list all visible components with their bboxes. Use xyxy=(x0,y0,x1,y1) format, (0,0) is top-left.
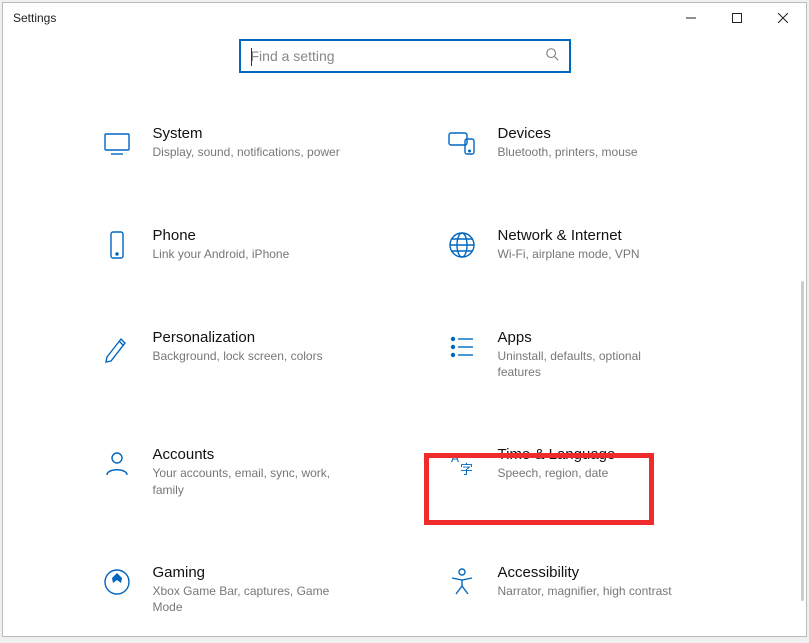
tile-desc: Link your Android, iPhone xyxy=(153,246,290,262)
tile-title: Personalization xyxy=(153,329,323,346)
tile-text: Personalization Background, lock screen,… xyxy=(153,329,323,364)
tile-title: System xyxy=(153,125,340,142)
gaming-icon xyxy=(99,564,135,600)
tile-personalization[interactable]: Personalization Background, lock screen,… xyxy=(95,325,410,384)
tile-gaming[interactable]: Gaming Xbox Game Bar, captures, Game Mod… xyxy=(95,560,410,619)
tile-desc: Uninstall, defaults, optional features xyxy=(498,348,688,380)
text-caret xyxy=(251,48,252,66)
search-box[interactable] xyxy=(239,39,571,73)
tile-devices[interactable]: Devices Bluetooth, printers, mouse xyxy=(440,121,755,165)
tile-desc: Your accounts, email, sync, work, family xyxy=(153,465,343,497)
tile-accounts[interactable]: Accounts Your accounts, email, sync, wor… xyxy=(95,442,410,501)
tile-desc: Narrator, magnifier, high contrast xyxy=(498,583,672,599)
tile-network[interactable]: Network & Internet Wi-Fi, airplane mode,… xyxy=(440,223,755,267)
time-language-icon: A字 xyxy=(444,446,480,482)
close-button[interactable] xyxy=(760,3,806,33)
search-row xyxy=(3,33,806,91)
svg-text:A: A xyxy=(451,451,459,465)
apps-icon xyxy=(444,329,480,365)
system-icon xyxy=(99,125,135,161)
minimize-icon xyxy=(686,13,696,23)
network-icon xyxy=(444,227,480,263)
search-icon xyxy=(545,47,559,66)
titlebar: Settings xyxy=(3,3,806,33)
tile-desc: Bluetooth, printers, mouse xyxy=(498,144,638,160)
tile-text: Gaming Xbox Game Bar, captures, Game Mod… xyxy=(153,564,343,615)
tile-desc: Background, lock screen, colors xyxy=(153,348,323,364)
settings-content: System Display, sound, notifications, po… xyxy=(3,91,806,636)
tile-text: Apps Uninstall, defaults, optional featu… xyxy=(498,329,688,380)
tile-title: Network & Internet xyxy=(498,227,640,244)
tile-desc: Display, sound, notifications, power xyxy=(153,144,340,160)
tile-desc: Wi-Fi, airplane mode, VPN xyxy=(498,246,640,262)
close-icon xyxy=(778,13,788,23)
tile-accessibility[interactable]: Accessibility Narrator, magnifier, high … xyxy=(440,560,755,619)
personalization-icon xyxy=(99,329,135,365)
tile-text: Accounts Your accounts, email, sync, wor… xyxy=(153,446,343,497)
tile-time-language[interactable]: A字 Time & Language Speech, region, date xyxy=(440,442,755,501)
tile-desc: Speech, region, date xyxy=(498,465,616,481)
accounts-icon xyxy=(99,446,135,482)
tile-text: Devices Bluetooth, printers, mouse xyxy=(498,125,638,160)
window-title: Settings xyxy=(13,11,56,25)
window-controls xyxy=(668,3,806,33)
accessibility-icon xyxy=(444,564,480,600)
tile-text: Time & Language Speech, region, date xyxy=(498,446,616,481)
tile-title: Accounts xyxy=(153,446,343,463)
tile-text: Network & Internet Wi-Fi, airplane mode,… xyxy=(498,227,640,262)
maximize-icon xyxy=(732,13,742,23)
minimize-button[interactable] xyxy=(668,3,714,33)
tile-system[interactable]: System Display, sound, notifications, po… xyxy=(95,121,410,165)
phone-icon xyxy=(99,227,135,263)
tile-title: Gaming xyxy=(153,564,343,581)
tile-phone[interactable]: Phone Link your Android, iPhone xyxy=(95,223,410,267)
search-input[interactable] xyxy=(251,48,545,64)
devices-icon xyxy=(444,125,480,161)
tile-title: Apps xyxy=(498,329,688,346)
tile-apps[interactable]: Apps Uninstall, defaults, optional featu… xyxy=(440,325,755,384)
settings-window: Settings xyxy=(2,2,807,637)
tile-text: Accessibility Narrator, magnifier, high … xyxy=(498,564,672,599)
tile-title: Time & Language xyxy=(498,446,616,463)
tile-desc: Xbox Game Bar, captures, Game Mode xyxy=(153,583,343,615)
tile-title: Phone xyxy=(153,227,290,244)
tile-title: Devices xyxy=(498,125,638,142)
settings-grid: System Display, sound, notifications, po… xyxy=(55,121,755,619)
scrollbar[interactable] xyxy=(801,281,804,601)
tile-title: Accessibility xyxy=(498,564,672,581)
svg-text:字: 字 xyxy=(460,462,473,477)
maximize-button[interactable] xyxy=(714,3,760,33)
tile-text: Phone Link your Android, iPhone xyxy=(153,227,290,262)
tile-text: System Display, sound, notifications, po… xyxy=(153,125,340,160)
